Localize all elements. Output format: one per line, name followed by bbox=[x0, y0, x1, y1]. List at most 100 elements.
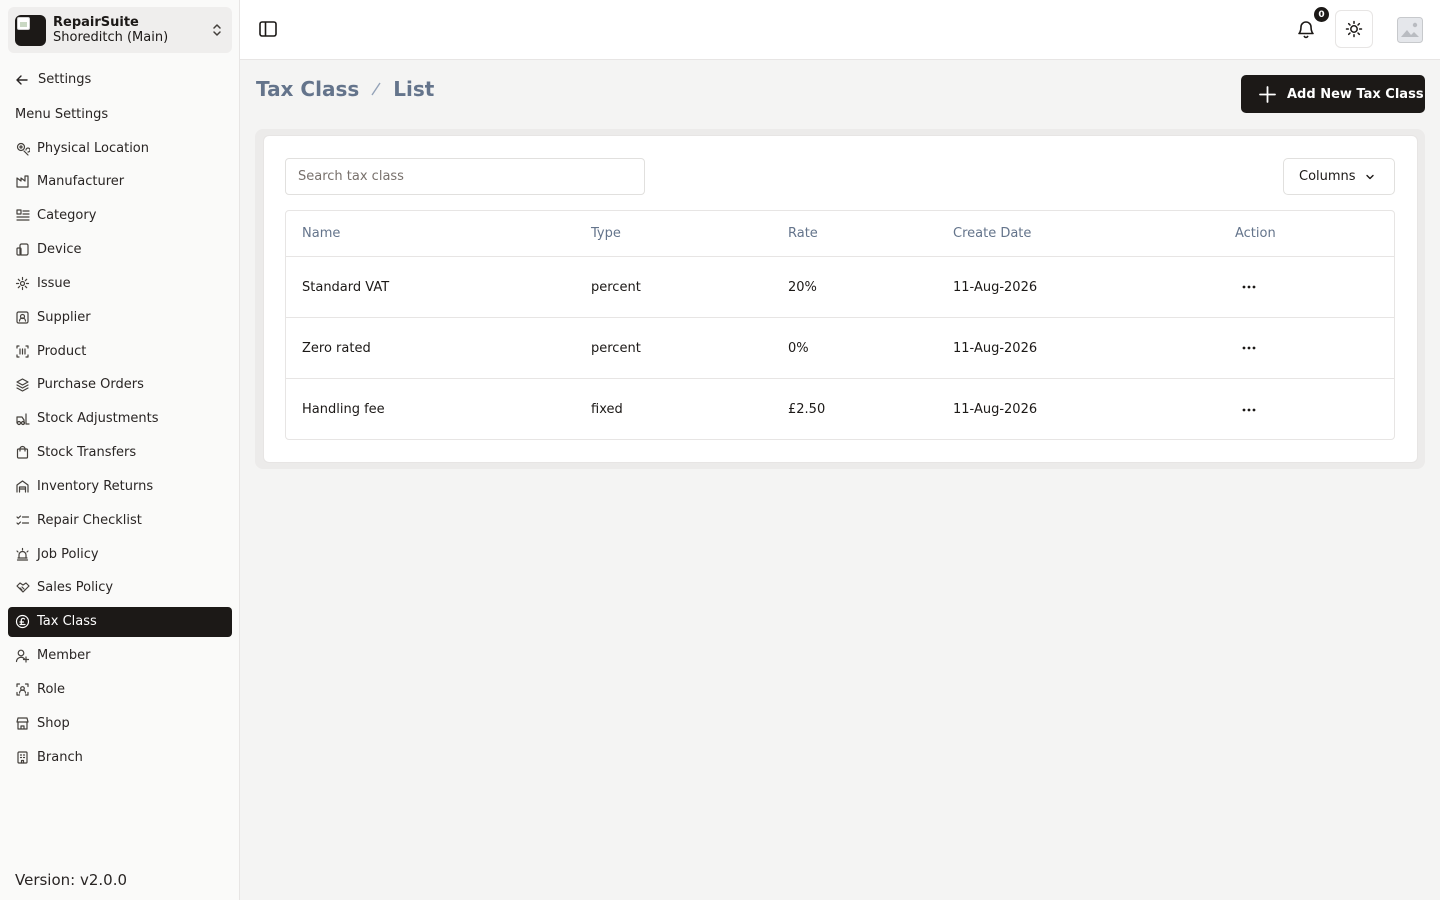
theme-toggle-button[interactable] bbox=[1335, 10, 1373, 48]
sun-icon bbox=[1345, 20, 1363, 38]
branch-name: Shoreditch (Main) bbox=[53, 30, 169, 45]
more-actions-icon[interactable] bbox=[1241, 340, 1257, 356]
pound-coin-icon bbox=[15, 614, 30, 629]
more-actions-icon[interactable] bbox=[1241, 402, 1257, 418]
notification-badge: 0 bbox=[1314, 7, 1329, 22]
sidebar-item-physical-location[interactable]: Physical Location bbox=[8, 133, 232, 163]
sidebar-item-label: Device bbox=[37, 242, 82, 258]
sidebar-toggle-icon[interactable] bbox=[258, 19, 278, 39]
sidebar-item-label: Manufacturer bbox=[37, 174, 125, 190]
sidebar-item-label: Category bbox=[37, 208, 97, 224]
user-avatar[interactable] bbox=[1397, 17, 1423, 43]
cell-type: fixed bbox=[591, 402, 623, 417]
user-icon bbox=[15, 648, 30, 663]
table-row[interactable]: Handling fee fixed £2.50 11-Aug-2026 bbox=[286, 379, 1394, 440]
cell-name: Handling fee bbox=[302, 402, 385, 417]
sidebar-item-member[interactable]: Member bbox=[8, 641, 232, 671]
cell-create-date: 11-Aug-2026 bbox=[953, 279, 1038, 295]
more-actions-icon[interactable] bbox=[1241, 279, 1257, 295]
sidebar-item-supplier[interactable]: Supplier bbox=[8, 302, 232, 332]
version-label: Version: v2.0.0 bbox=[15, 871, 128, 889]
layers-icon bbox=[15, 377, 30, 393]
sidebar-item-label: Member bbox=[37, 648, 91, 664]
sidebar-item-stock-adjustments[interactable]: Stock Adjustments bbox=[8, 404, 232, 434]
sidebar-item-category[interactable]: Category bbox=[8, 201, 232, 231]
cell-type: percent bbox=[591, 340, 641, 356]
table-body: Standard VAT percent 20% 11-Aug-2026 Zero ra… bbox=[286, 257, 1394, 440]
columns-dropdown-button[interactable]: Columns bbox=[1283, 158, 1395, 195]
sidebar-item-label: Branch bbox=[37, 749, 83, 765]
breadcrumb-separator-icon bbox=[371, 82, 381, 96]
add-button-label: Add New Tax Class bbox=[1287, 86, 1424, 102]
sidebar-item-label: Stock Adjustments bbox=[37, 411, 159, 427]
sidebar-item-sales-policy[interactable]: Sales Policy bbox=[8, 573, 232, 603]
table-header: Name Type Rate Create Date Action bbox=[286, 211, 1394, 257]
bell-icon[interactable] bbox=[1295, 18, 1317, 40]
sidebar-item-label: Repair Checklist bbox=[37, 512, 142, 528]
column-header-name[interactable]: Name bbox=[302, 226, 340, 241]
cell-name: Zero rated bbox=[302, 340, 371, 356]
shopping-bag-icon bbox=[15, 445, 30, 460]
chevrons-up-down-icon bbox=[213, 24, 221, 36]
breadcrumb-section[interactable]: Tax Class bbox=[256, 77, 359, 101]
chevron-down-icon bbox=[1365, 174, 1374, 179]
cell-type: percent bbox=[591, 279, 641, 295]
sidebar-item-label: Physical Location bbox=[37, 140, 149, 156]
sidebar-item-repair-checklist[interactable]: Repair Checklist bbox=[8, 505, 232, 535]
device-icon bbox=[15, 242, 30, 257]
sidebar-item-label: Sales Policy bbox=[37, 580, 114, 596]
settings-icon bbox=[15, 276, 30, 291]
back-to-settings-link[interactable]: Settings bbox=[15, 72, 91, 87]
column-header-type[interactable]: Type bbox=[591, 226, 621, 241]
handshake-icon bbox=[15, 580, 30, 595]
cell-rate: 20% bbox=[788, 279, 817, 295]
sidebar-item-label: Purchase Orders bbox=[37, 377, 144, 393]
contact-card-icon bbox=[15, 310, 30, 325]
sidebar-item-label: Supplier bbox=[37, 309, 91, 325]
sidebar-item-role[interactable]: Role bbox=[8, 675, 232, 705]
sidebar-item-label: Issue bbox=[37, 275, 71, 291]
branch-switcher[interactable]: RepairSuite Shoreditch (Main) bbox=[8, 7, 232, 53]
table-row[interactable]: Standard VAT percent 20% 11-Aug-2026 bbox=[286, 257, 1394, 318]
sidebar-item-branch[interactable]: Branch bbox=[8, 742, 232, 772]
columns-button-label: Columns bbox=[1299, 169, 1356, 184]
factory-icon bbox=[15, 174, 30, 189]
building-icon bbox=[15, 750, 30, 765]
column-header-create-date[interactable]: Create Date bbox=[953, 226, 1031, 241]
menu-settings-heading: Menu Settings bbox=[15, 107, 109, 122]
checklist-icon bbox=[15, 513, 30, 528]
sidebar-item-tax-class[interactable]: Tax Class bbox=[8, 606, 232, 637]
column-header-rate[interactable]: Rate bbox=[788, 226, 818, 241]
sidebar-item-job-policy[interactable]: Job Policy bbox=[8, 539, 232, 569]
sidebar-item-issue[interactable]: Issue bbox=[8, 268, 232, 298]
sidebar-item-inventory-returns[interactable]: Inventory Returns bbox=[8, 471, 232, 501]
user-scan-icon bbox=[15, 682, 30, 697]
sidebar-item-stock-transfers[interactable]: Stock Transfers bbox=[8, 438, 232, 468]
plus-icon bbox=[1259, 85, 1276, 103]
table-row[interactable]: Zero rated percent 0% 11-Aug-2026 bbox=[286, 318, 1394, 379]
forklift-icon bbox=[15, 411, 30, 426]
sidebar-item-label: Role bbox=[37, 682, 66, 697]
sidebar-item-product[interactable]: Product bbox=[8, 336, 232, 366]
back-link-label: Settings bbox=[38, 72, 92, 87]
sidebar-item-purchase-orders[interactable]: Purchase Orders bbox=[8, 370, 232, 400]
sidebar-item-label: Product bbox=[37, 343, 87, 359]
breadcrumb: Tax Class List bbox=[256, 77, 434, 101]
tax-class-table: Name Type Rate Create Date Action Standa… bbox=[285, 210, 1395, 440]
store-icon bbox=[15, 716, 30, 731]
sidebar-item-manufacturer[interactable]: Manufacturer bbox=[8, 167, 232, 197]
cell-rate: £2.50 bbox=[788, 402, 826, 417]
location-icon bbox=[15, 141, 31, 156]
sidebar-item-label: Shop bbox=[37, 715, 70, 731]
sidebar-item-shop[interactable]: Shop bbox=[8, 708, 232, 738]
add-tax-class-button[interactable]: Add New Tax Class bbox=[1241, 75, 1425, 113]
brand-logo bbox=[15, 14, 46, 46]
sidebar: RepairSuite Shoreditch (Main) Settings M… bbox=[0, 0, 240, 900]
sidebar-item-label: Tax Class bbox=[37, 614, 97, 630]
sidebar-item-label: Job Policy bbox=[37, 546, 99, 562]
search-input[interactable] bbox=[285, 158, 645, 195]
cell-create-date: 11-Aug-2026 bbox=[953, 340, 1038, 356]
top-bar: 0 bbox=[240, 0, 1440, 60]
siren-icon bbox=[15, 547, 30, 562]
sidebar-item-device[interactable]: Device bbox=[8, 235, 232, 265]
